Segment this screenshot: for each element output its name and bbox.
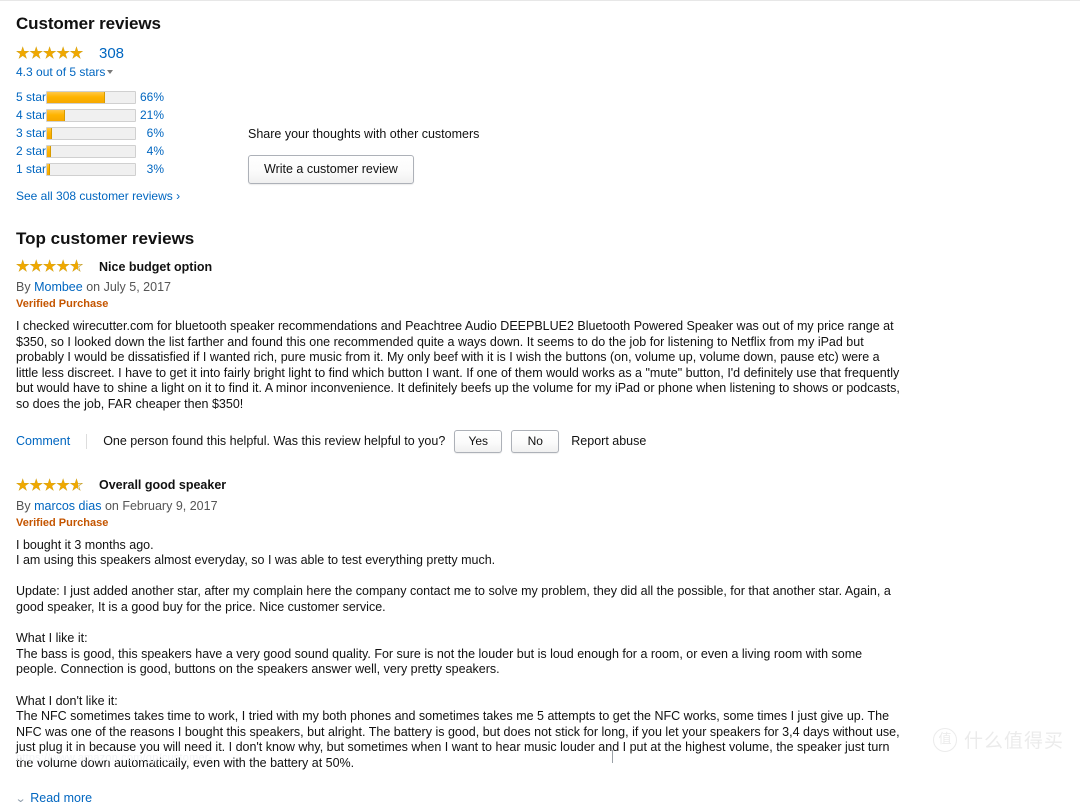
watermark-badge-icon: 值 (932, 727, 957, 752)
histogram-row: 1 star 3% (16, 160, 164, 178)
histogram-star-label[interactable]: 3 star (16, 124, 46, 142)
review-stars-icon: ★★★★★ ★★★★★ (16, 477, 93, 493)
review-body: I checked wirecutter.com for bluetooth s… (16, 319, 902, 413)
paragraph-spacer (16, 616, 902, 632)
histogram-bar-cell[interactable] (46, 106, 137, 124)
watermark-text: 什么值得买 (963, 730, 1064, 752)
review-author-link[interactable]: Mombee (34, 280, 83, 294)
chevron-down-icon (107, 70, 114, 75)
review-paragraph: I checked wirecutter.com for bluetooth s… (16, 319, 900, 411)
histogram-bar-track (46, 90, 137, 104)
review-body: I bought it 3 months ago. I am using this… (16, 538, 902, 772)
reviews-list: ★★★★★ ★★★★★ Nice budget option By Mombee on… (14, 258, 1064, 805)
report-abuse-link[interactable]: Report abuse (571, 434, 646, 448)
histogram-star-label[interactable]: 5 star (16, 88, 46, 106)
histogram-row: 2 star 4% (16, 142, 164, 160)
histogram-bar-fill (47, 109, 66, 121)
review-byline: By Mombee on July 5, 2017 (16, 280, 1064, 294)
paragraph-spacer (16, 569, 902, 585)
review-paragraph: What I like it: (16, 631, 88, 646)
review-title[interactable]: Overall good speaker (99, 478, 226, 492)
review-paragraph: What I don't like it: (16, 693, 118, 708)
histogram-star-label[interactable]: 4 star (16, 106, 46, 124)
stars-filled-icon: ★★★★★ (16, 45, 84, 61)
review-title-row: ★★★★★ ★★★★★ Nice budget option (16, 258, 1064, 275)
review-paragraph: The bass is good, this speakers have a v… (16, 646, 863, 677)
average-rating-dropdown[interactable]: 4.3 out of 5 stars (16, 65, 1064, 79)
byline-prefix: By (16, 280, 31, 294)
rating-summary: ★★★★★ ★★★★★ 308 4.3 out of 5 stars 5 sta… (16, 44, 1064, 204)
review-title[interactable]: Nice budget option (99, 260, 212, 274)
review-title-row: ★★★★★ ★★★★★ Overall good speaker (16, 477, 1064, 494)
see-all-reviews-link[interactable]: See all 308 customer reviews › (16, 189, 180, 203)
review-author-link[interactable]: marcos dias (34, 499, 101, 513)
text-cursor (612, 750, 613, 763)
read-more-button[interactable]: ⌄ Read more (14, 791, 93, 805)
rating-histogram: 5 star 66% 4 star 21% 3 star 6% 2 star 4% 1 star… (16, 88, 164, 178)
comment-link[interactable]: Comment (16, 434, 70, 448)
watermark: 值 什么值得买 (932, 726, 1064, 753)
stars-filled-icon: ★★★★★ (16, 259, 78, 274)
histogram-bar-cell[interactable] (46, 160, 137, 178)
average-stars-icon[interactable]: ★★★★★ ★★★★★ (16, 45, 93, 61)
review-paragraph: I bought it 3 months ago. (16, 537, 154, 552)
histogram-bar-track (46, 144, 137, 158)
helpful-no-button[interactable]: No (511, 429, 560, 453)
review-stars-icon: ★★★★★ ★★★★★ (16, 259, 93, 275)
paragraph-spacer (16, 678, 902, 694)
histogram-star-label[interactable]: 2 star (16, 142, 46, 160)
page-content: Customer reviews ★★★★★ ★★★★★ 308 4.3 out… (0, 0, 1080, 805)
histogram-percent[interactable]: 4% (136, 142, 164, 160)
footer-divider (86, 433, 88, 449)
histogram-percent[interactable]: 66% (136, 88, 164, 106)
average-rating-label: 4.3 out of 5 stars (16, 65, 106, 79)
histogram-bar-track (46, 126, 137, 140)
top-reviews-title: Top customer reviews (16, 229, 195, 248)
average-rating-row: ★★★★★ ★★★★★ 308 (16, 44, 1064, 62)
review-paragraph: I am using this speakers almost everyday… (16, 553, 496, 568)
histogram-bar-track (46, 162, 137, 176)
ghost-url-text: https://www.amazon.com/gp/customer- (16, 752, 213, 764)
histogram-bar-fill (47, 127, 53, 139)
rating-count-link[interactable]: 308 (99, 45, 124, 62)
customer-reviews-page: Customer reviews ★★★★★ ★★★★★ 308 4.3 out… (0, 0, 1080, 805)
review-date: on February 9, 2017 (104, 498, 218, 513)
stars-filled-icon: ★★★★★ (16, 477, 78, 493)
review-footer: Comment One person found this helpful. Wa… (16, 429, 1064, 453)
histogram-bar-cell[interactable] (46, 124, 137, 142)
histogram-row: 3 star 6% (16, 124, 164, 142)
histogram-bar-fill (47, 163, 50, 175)
histogram-bar-cell[interactable] (46, 88, 137, 106)
histogram-star-label[interactable]: 1 star (16, 160, 46, 178)
review-paragraph: Update: I just added another star, after… (16, 584, 891, 614)
histogram-row: 5 star 66% (16, 88, 164, 106)
review-byline: By marcos dias on February 9, 2017 (16, 499, 1064, 513)
write-review-panel: Share your thoughts with other customers… (248, 127, 479, 184)
verified-purchase-badge: Verified Purchase (16, 516, 109, 529)
share-thoughts-text: Share your thoughts with other customers (248, 127, 480, 141)
histogram-bar-cell[interactable] (46, 142, 137, 160)
helpful-count-text: One person found this helpful. Was this … (103, 434, 446, 449)
histogram-bar-fill (47, 145, 51, 157)
byline-prefix: By (16, 498, 31, 513)
write-customer-review-button[interactable]: Write a customer review (248, 155, 414, 184)
histogram-row: 4 star 21% (16, 106, 164, 124)
read-more-label: Read more (30, 791, 93, 805)
page-title: Customer reviews (16, 14, 161, 33)
review-date: on July 5, 2017 (86, 280, 171, 294)
verified-purchase-badge: Verified Purchase (16, 298, 109, 310)
histogram-percent[interactable]: 3% (136, 160, 164, 178)
histogram-percent[interactable]: 6% (136, 124, 164, 142)
histogram-bar-track (46, 108, 137, 122)
review: ★★★★★ ★★★★★ Nice budget option By Mombee on… (16, 258, 1064, 453)
chevron-double-down-icon: ⌄ (14, 792, 27, 805)
top-divider (0, 0, 1080, 1)
histogram-percent[interactable]: 21% (136, 106, 164, 124)
helpful-yes-button[interactable]: Yes (454, 429, 503, 453)
histogram-bar-fill (47, 91, 106, 103)
